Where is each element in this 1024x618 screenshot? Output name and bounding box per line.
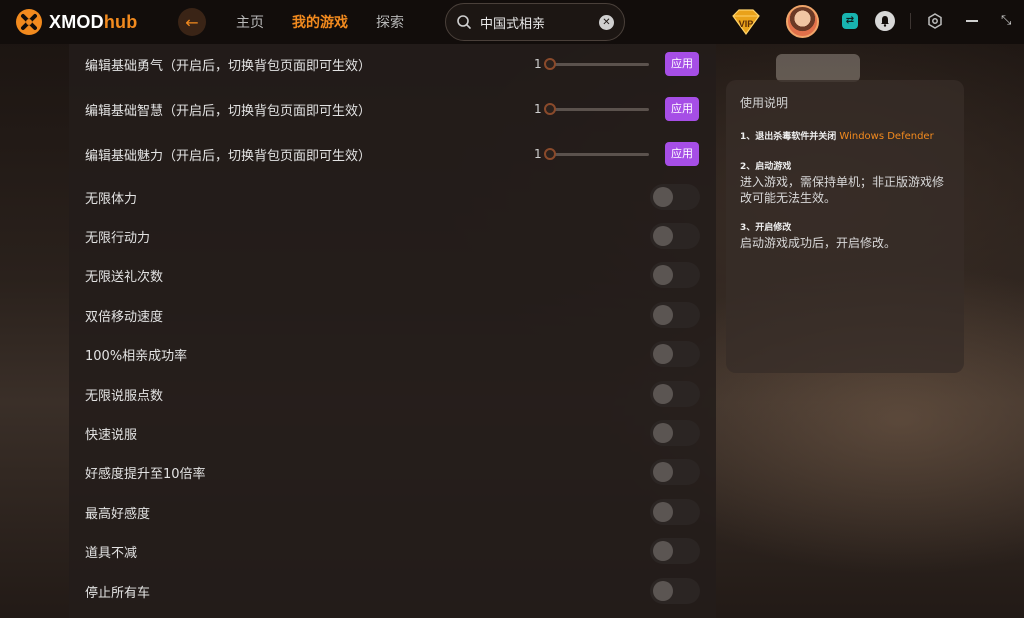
toggle-row: 道具不减 xyxy=(85,531,703,571)
toggle-label: 无限行动力 xyxy=(85,230,151,246)
toggle-row: 无限送礼次数 xyxy=(85,255,703,295)
slider-row-charm: 编辑基础魅力（开启后，切换背包页面即可生效） 1 应用 xyxy=(85,134,703,174)
xmod-logo-icon xyxy=(16,9,42,35)
slider-value: 1 xyxy=(534,102,542,116)
toggle-label: 无限送礼次数 xyxy=(85,269,164,285)
slider-label: 编辑基础勇气（开启后，切换背包页面即可生效） xyxy=(85,58,372,74)
toggle-label: 好感度提升至10倍率 xyxy=(85,466,206,482)
vip-badge-icon[interactable]: VIP xyxy=(729,6,763,38)
search-box[interactable]: 中国式相亲 ✕ xyxy=(445,3,625,41)
clear-search-icon[interactable]: ✕ xyxy=(599,14,614,30)
slider-value: 1 xyxy=(534,147,542,161)
toggle-row: 最高好感度 xyxy=(85,492,703,532)
toggle-switch[interactable] xyxy=(650,459,700,485)
slider-label: 编辑基础智慧（开启后，切换背包页面即可生效） xyxy=(85,103,372,119)
step2-title: 2、启动游戏 xyxy=(740,162,792,172)
toggle-row: 快速说服 xyxy=(85,413,703,453)
toggle-knob xyxy=(653,384,673,404)
toggle-switch[interactable] xyxy=(650,223,700,249)
toggle-row: 双倍移动速度 xyxy=(85,295,703,335)
maximize-icon[interactable]: ⤡ xyxy=(1001,14,1015,28)
user-avatar[interactable] xyxy=(786,5,819,38)
slider-handle[interactable] xyxy=(544,58,556,70)
toggle-label: 无限说服点数 xyxy=(85,388,164,404)
topbar-divider xyxy=(910,13,911,29)
sync-icon[interactable]: ⇄ xyxy=(842,13,858,29)
apply-button[interactable]: 应用 xyxy=(665,52,699,76)
toggle-row: 停止所有车 xyxy=(85,571,703,611)
back-button[interactable]: ← xyxy=(178,8,206,36)
instructions-card: 使用说明 1、退出杀毒软件并关闭 Windows Defender 2、启动游戏… xyxy=(726,80,964,373)
toggle-label: 双倍移动速度 xyxy=(85,309,164,325)
settings-icon[interactable] xyxy=(927,13,943,29)
nav-home[interactable]: 主页 xyxy=(236,12,264,32)
toggle-knob xyxy=(653,541,673,561)
toggle-row: 无限说服点数 xyxy=(85,374,703,414)
toggle-knob xyxy=(653,423,673,443)
toggle-row: 100%相亲成功率 xyxy=(85,334,703,374)
toggle-switch[interactable] xyxy=(650,499,700,525)
search-input[interactable]: 中国式相亲 xyxy=(480,13,599,32)
nav-explore[interactable]: 探索 xyxy=(376,12,404,32)
toggle-knob xyxy=(653,305,673,325)
windows-defender-link: Windows Defender xyxy=(839,131,934,142)
toggle-row: 好感度提升至10倍率 xyxy=(85,452,703,492)
slider-track[interactable] xyxy=(545,152,649,156)
step1-title: 1、退出杀毒软件并关闭 xyxy=(740,132,837,142)
toggle-knob xyxy=(653,581,673,601)
toggle-knob xyxy=(653,226,673,246)
slider-track[interactable] xyxy=(545,107,649,111)
toggle-switch[interactable] xyxy=(650,381,700,407)
toggle-label: 停止所有车 xyxy=(85,585,151,601)
toggle-switch[interactable] xyxy=(650,341,700,367)
slider-handle[interactable] xyxy=(544,103,556,115)
arrow-left-icon: ← xyxy=(185,12,199,32)
instruction-step-1: 1、退出杀毒软件并关闭 Windows Defender xyxy=(740,129,950,145)
toggle-label: 无限体力 xyxy=(85,191,138,207)
slider-track[interactable] xyxy=(545,62,649,66)
toggle-knob xyxy=(653,502,673,522)
step2-body: 进入游戏，需保持单机；非正版游戏修改可能无法生效。 xyxy=(740,175,945,205)
toggle-label: 快速说服 xyxy=(85,427,138,443)
instruction-step-3: 3、开启修改 启动游戏成功后，开启修改。 xyxy=(740,220,950,251)
instruction-step-2: 2、启动游戏 进入游戏，需保持单机；非正版游戏修改可能无法生效。 xyxy=(740,159,950,206)
game-art-thumbnail xyxy=(776,54,860,82)
step3-title: 3、开启修改 xyxy=(740,223,792,233)
vip-label: VIP xyxy=(739,19,754,29)
apply-button[interactable]: 应用 xyxy=(665,97,699,121)
apply-button[interactable]: 应用 xyxy=(665,142,699,166)
minimize-icon[interactable] xyxy=(966,20,978,22)
instructions-title: 使用说明 xyxy=(740,96,789,110)
toggle-switch[interactable] xyxy=(650,420,700,446)
main-nav: 主页 我的游戏 探索 xyxy=(236,12,404,32)
toggle-knob xyxy=(653,265,673,285)
toggle-label: 100%相亲成功率 xyxy=(85,348,188,364)
toggle-switch[interactable] xyxy=(650,302,700,328)
search-icon xyxy=(457,15,471,29)
app-logo[interactable]: XMODhub xyxy=(15,8,137,36)
slider-row-wisdom: 编辑基础智慧（开启后，切换背包页面即可生效） 1 应用 xyxy=(85,89,703,129)
step3-body: 启动游戏成功后，开启修改。 xyxy=(740,236,897,250)
toggle-switch[interactable] xyxy=(650,184,700,210)
toggle-row: 无限体力 xyxy=(85,177,703,217)
slider-handle[interactable] xyxy=(544,148,556,160)
top-bar: XMODhub ← 主页 我的游戏 探索 中国式相亲 ✕ VIP ⇄ ⤡ xyxy=(0,0,1024,44)
bell-icon xyxy=(881,16,889,27)
slider-row-courage: 编辑基础勇气（开启后，切换背包页面即可生效） 1 应用 xyxy=(85,44,703,84)
notification-icon[interactable] xyxy=(875,11,895,31)
toggle-switch[interactable] xyxy=(650,262,700,288)
app-logo-text: XMODhub xyxy=(49,11,138,32)
slider-label: 编辑基础魅力（开启后，切换背包页面即可生效） xyxy=(85,148,372,164)
toggle-row: 无限行动力 xyxy=(85,216,703,256)
toggle-switch[interactable] xyxy=(650,578,700,604)
toggle-switch[interactable] xyxy=(650,538,700,564)
toggle-label: 最高好感度 xyxy=(85,506,151,522)
toggle-knob xyxy=(653,187,673,207)
toggle-label: 道具不减 xyxy=(85,545,138,561)
toggle-knob xyxy=(653,344,673,364)
toggle-knob xyxy=(653,462,673,482)
nav-my-games[interactable]: 我的游戏 xyxy=(292,12,348,32)
slider-value: 1 xyxy=(534,57,542,71)
